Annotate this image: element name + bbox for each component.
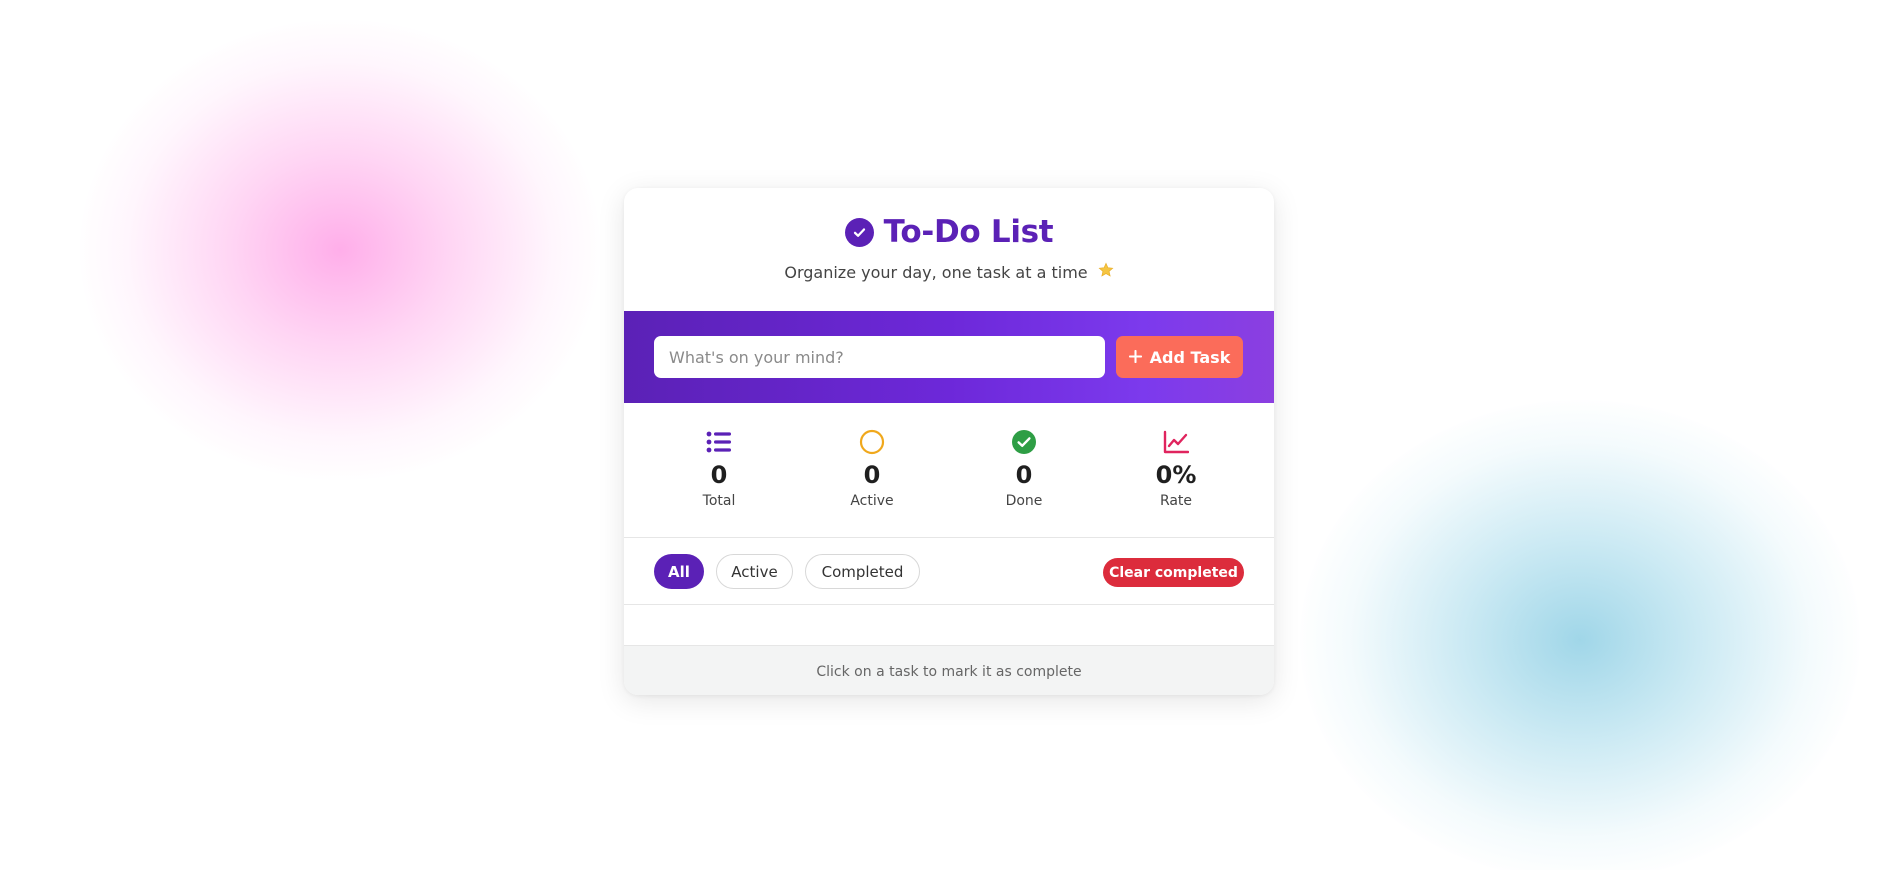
filter-completed-button[interactable]: Completed (805, 554, 920, 589)
stat-active-label: Active (850, 493, 894, 509)
pink-blur-decoration (80, 20, 600, 480)
filter-active-button[interactable]: Active (716, 554, 793, 589)
page-subtitle: Organize your day, one task at a time (784, 262, 1088, 282)
list-icon (664, 429, 774, 455)
blue-blur-decoration (1300, 400, 1860, 870)
stat-total-label: Total (702, 493, 736, 509)
card-header: To-Do List Organize your day, one task a… (624, 188, 1274, 311)
stat-done: 0 Done (969, 429, 1079, 509)
clear-completed-button[interactable]: Clear completed (1103, 558, 1244, 587)
stat-total: 0 Total (664, 429, 774, 509)
stats-panel: 0 Total 0 Active 0 Done 0% Rate (624, 403, 1274, 538)
subtitle-row: Organize your day, one task at a time (624, 262, 1274, 282)
add-task-label: Add Task (1149, 347, 1231, 367)
footer-hint: Click on a task to mark it as complete (816, 663, 1082, 680)
page-background: To-Do List Organize your day, one task a… (0, 0, 1901, 870)
task-list (624, 605, 1274, 646)
check-circle-icon (969, 429, 1079, 455)
stat-done-label: Done (1005, 493, 1043, 509)
stat-done-value: 0 (1015, 461, 1033, 489)
circle-outline-icon (817, 429, 927, 455)
stat-active-value: 0 (863, 461, 881, 489)
stat-rate-label: Rate (1159, 493, 1193, 509)
stat-active: 0 Active (817, 429, 927, 509)
stat-rate-value: 0% (1155, 461, 1197, 489)
stat-total-value: 0 (710, 461, 728, 489)
filter-all-button[interactable]: All (654, 554, 704, 589)
card-footer: Click on a task to mark it as complete (624, 646, 1274, 695)
add-task-bar: Add Task (624, 311, 1274, 403)
add-task-button[interactable]: Add Task (1116, 336, 1243, 378)
title-row: To-Do List (624, 214, 1274, 250)
task-input[interactable] (654, 336, 1105, 378)
stat-rate: 0% Rate (1121, 429, 1231, 509)
page-title: To-Do List (883, 214, 1054, 250)
check-circle-icon (844, 217, 874, 247)
todo-card: To-Do List Organize your day, one task a… (624, 188, 1274, 695)
star-icon (1098, 262, 1114, 282)
line-chart-icon (1121, 429, 1231, 455)
filter-bar: All Active Completed Clear completed (624, 538, 1274, 605)
plus-icon (1128, 348, 1142, 367)
